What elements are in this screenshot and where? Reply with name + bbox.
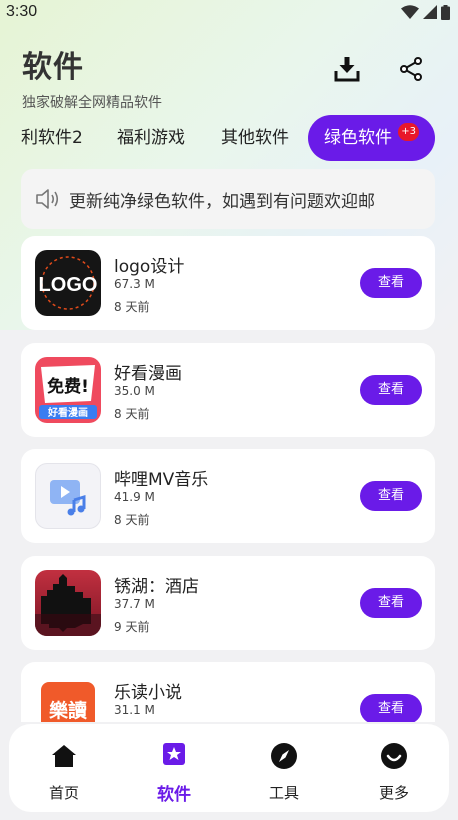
tab-label: 利软件2 xyxy=(21,128,83,148)
list-item[interactable]: 免费! 好看漫画 好看漫画 35.0 M 8 天前 查看 xyxy=(21,343,435,437)
app-icon-logo-design: LOGO xyxy=(35,250,101,316)
view-button[interactable]: 查看 xyxy=(360,481,422,511)
wifi-icon xyxy=(401,5,419,19)
app-size: 67.3 M xyxy=(114,277,155,291)
tab-label: 福利游戏 xyxy=(117,128,185,148)
list-item[interactable]: 哔哩MV音乐 41.9 M 8 天前 查看 xyxy=(21,449,435,543)
speaker-icon xyxy=(36,189,59,209)
software-icon xyxy=(163,743,185,765)
app-name: 锈湖：酒店 xyxy=(114,577,199,597)
app-list: LOGO logo设计 67.3 M 8 天前 查看 免费! 好看漫画 好看漫画… xyxy=(0,236,458,722)
tab-other-software[interactable]: 其他软件 xyxy=(221,115,289,161)
nav-label: 首页 xyxy=(48,784,79,802)
app-time: 8 天前 xyxy=(114,513,150,527)
nav-tools[interactable]: 工具 xyxy=(229,724,339,812)
nav-label: 软件 xyxy=(157,785,191,805)
page-header: 软件 独家破解全网精品软件 xyxy=(22,42,162,112)
view-button[interactable]: 查看 xyxy=(360,694,422,722)
comic-icon-subtext: 好看漫画 xyxy=(47,406,88,419)
app-size: 31.1 M xyxy=(114,703,155,717)
notice-bar[interactable]: 更新纯净绿色软件，如遇到有问题欢迎邮 xyxy=(21,169,435,229)
nav-label: 工具 xyxy=(268,784,299,802)
status-bar: 3:30 xyxy=(0,0,458,24)
tab-welfare-software-2[interactable]: 利软件2 xyxy=(21,115,83,161)
header-actions xyxy=(334,56,424,82)
app-icon-rusty-lake-hotel xyxy=(35,570,101,636)
tab-green-software[interactable]: 绿色软件 +3 xyxy=(308,115,435,161)
app-icon-haokan-manhua: 免费! 好看漫画 xyxy=(35,357,101,423)
notice-text: 更新纯净绿色软件，如遇到有问题欢迎邮 xyxy=(69,191,375,212)
app-name: 好看漫画 xyxy=(114,364,182,384)
app-size: 35.0 M xyxy=(114,384,155,398)
app-icon-bili-mv xyxy=(35,463,101,529)
nav-label: 更多 xyxy=(378,784,409,802)
nav-software[interactable]: 软件 xyxy=(119,724,229,812)
app-time: 8 天前 xyxy=(114,300,150,314)
status-time: 3:30 xyxy=(6,3,38,20)
page-title: 软件 xyxy=(22,50,84,85)
bottom-navigation: 首页 软件 工具 更多 xyxy=(9,724,449,812)
tab-label: 其他软件 xyxy=(221,128,289,148)
logo-icon-text: LOGO xyxy=(39,274,98,296)
nav-more[interactable]: 更多 xyxy=(339,724,449,812)
download-button[interactable] xyxy=(334,56,360,82)
app-size: 41.9 M xyxy=(114,490,155,504)
compass-icon xyxy=(271,743,297,769)
cell-signal-icon xyxy=(423,5,437,19)
app-time: 8 天前 xyxy=(114,407,150,421)
page-subtitle: 独家破解全网精品软件 xyxy=(22,95,162,111)
novel-icon-text: 樂讀 xyxy=(49,699,87,722)
list-item[interactable]: 樂讀 乐读小说 31.1 M 查看 xyxy=(21,662,435,722)
comic-app-icon: 免费! 好看漫画 xyxy=(39,365,97,419)
music-video-icon xyxy=(50,480,86,516)
more-icon xyxy=(381,743,407,769)
view-button[interactable]: 查看 xyxy=(360,588,422,618)
home-icon xyxy=(52,745,76,767)
status-icons xyxy=(401,4,450,20)
app-time: 9 天前 xyxy=(114,620,150,634)
app-name: 哔哩MV音乐 xyxy=(114,470,209,490)
category-tabs: 利软件2 福利游戏 其他软件 绿色软件 +3 xyxy=(0,115,458,161)
view-button[interactable]: 查看 xyxy=(360,375,422,405)
battery-icon xyxy=(441,4,450,20)
view-button[interactable]: 查看 xyxy=(360,268,422,298)
tab-welfare-games[interactable]: 福利游戏 xyxy=(117,115,185,161)
nav-home[interactable]: 首页 xyxy=(9,724,119,812)
hotel-silhouette-icon xyxy=(35,574,101,636)
share-icon xyxy=(400,57,422,81)
logo-app-icon: LOGO xyxy=(39,256,98,310)
tab-label: 绿色软件 xyxy=(324,128,392,148)
app-name: 乐读小说 xyxy=(114,683,182,703)
download-icon xyxy=(334,57,360,82)
comic-icon-text: 免费! xyxy=(47,376,89,397)
app-size: 37.7 M xyxy=(114,597,155,611)
share-button[interactable] xyxy=(398,56,424,82)
tab-badge: +3 xyxy=(398,123,419,141)
list-item[interactable]: 锈湖：酒店 37.7 M 9 天前 查看 xyxy=(21,556,435,650)
list-item[interactable]: LOGO logo设计 67.3 M 8 天前 查看 xyxy=(21,236,435,330)
app-icon-ledu-novel: 樂讀 xyxy=(35,676,101,722)
novel-app-icon: 樂讀 xyxy=(41,682,95,722)
app-name: logo设计 xyxy=(114,257,185,277)
